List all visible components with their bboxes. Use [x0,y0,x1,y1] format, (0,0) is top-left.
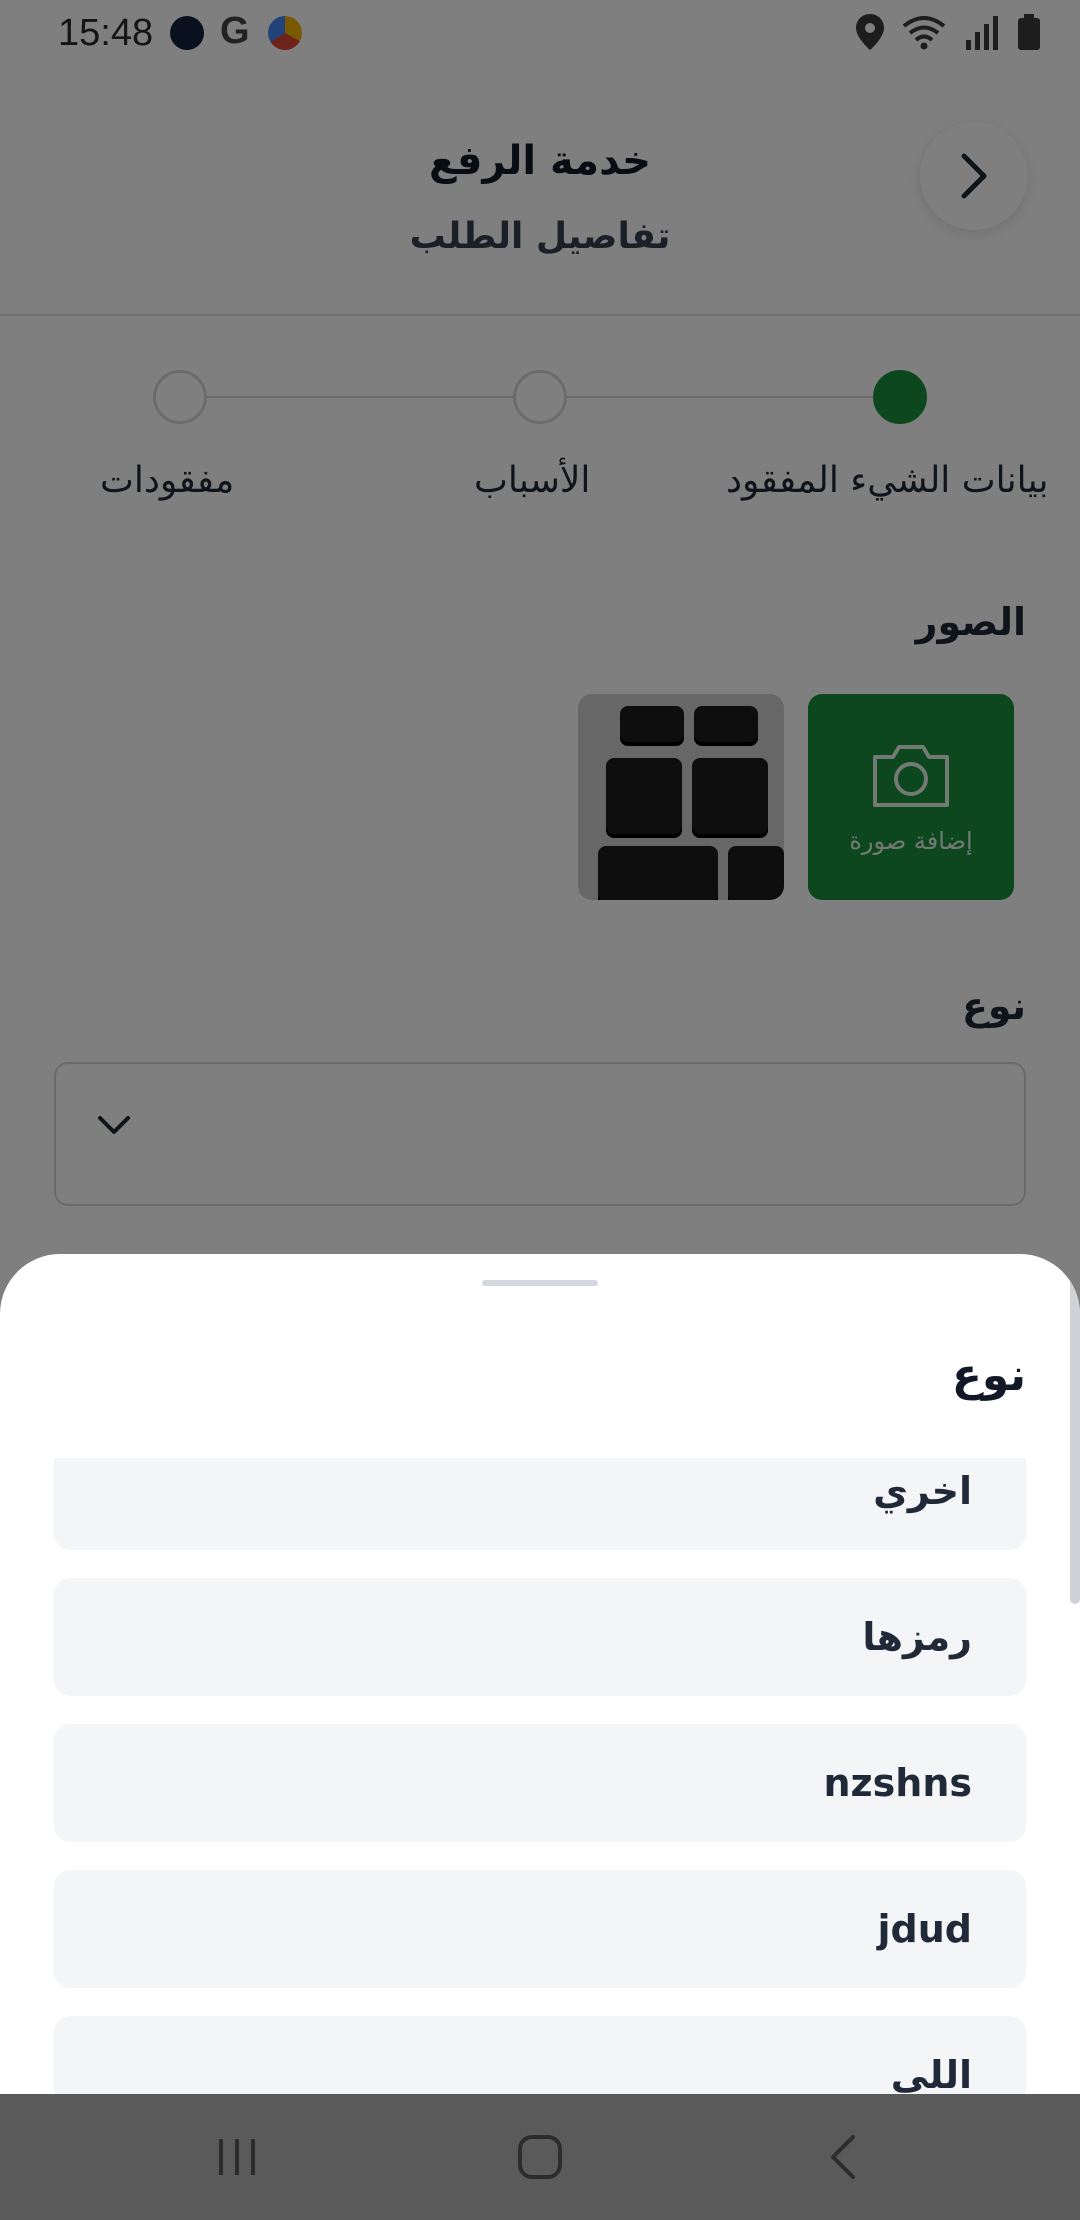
list-item[interactable]: اللي [54,2016,1026,2094]
recent-apps-icon [219,2139,255,2175]
option-label: رمزها [862,1615,972,1659]
option-label: اخري [873,1469,972,1513]
sheet-drag-handle[interactable] [482,1280,598,1286]
option-label: jdud [877,1907,972,1951]
type-bottom-sheet: نوع اخري رمزها nzshns jdud اللي [0,1254,1080,2094]
home-button[interactable] [507,2124,573,2190]
home-icon [518,2135,562,2179]
option-label: اللي [890,2053,972,2094]
option-label: nzshns [823,1761,972,1805]
sheet-title: نوع [951,1350,1026,1401]
options-list[interactable]: اخري رمزها nzshns jdud اللي [0,1458,1080,2094]
recent-apps-button[interactable] [204,2124,270,2190]
list-item[interactable]: jdud [54,1870,1026,1988]
list-item[interactable]: اخري [54,1458,1026,1550]
list-item[interactable]: nzshns [54,1724,1026,1842]
scrollbar[interactable] [1070,1264,1080,1604]
system-back-button[interactable] [810,2124,876,2190]
back-icon [831,2135,855,2179]
list-item[interactable]: رمزها [54,1578,1026,1696]
system-navigation-bar [0,2094,1080,2220]
